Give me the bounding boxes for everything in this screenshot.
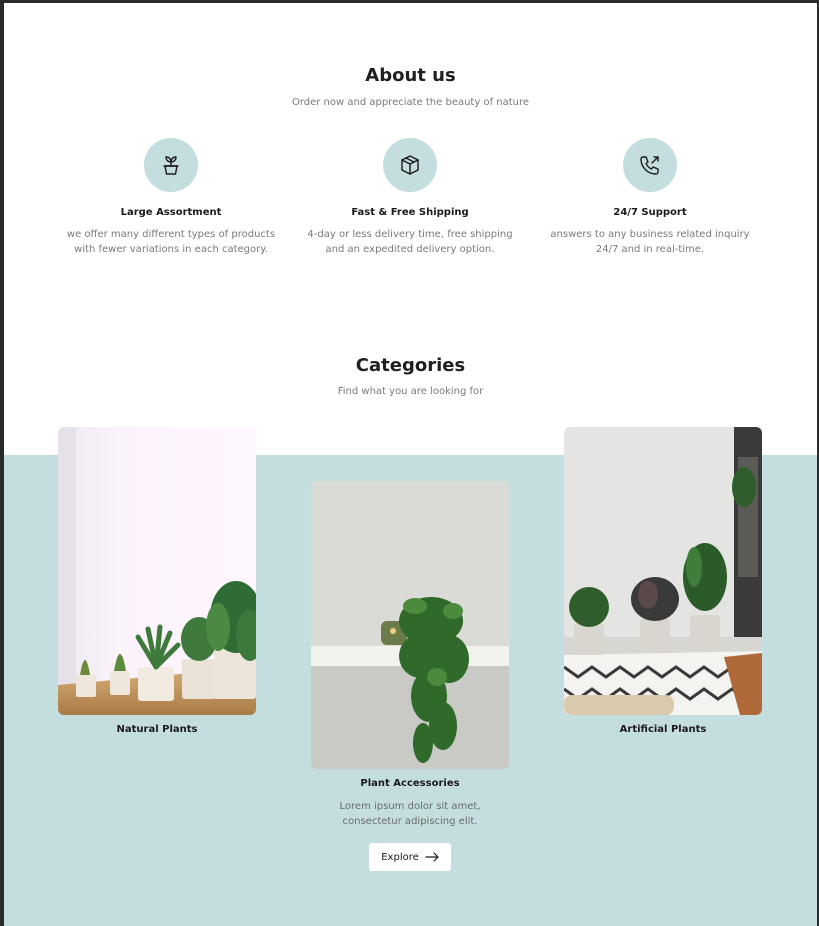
phone-call-icon: [640, 156, 659, 175]
artificial-plants-label[interactable]: Artificial Plants: [564, 724, 762, 735]
about-title: About us: [365, 65, 456, 86]
feature-description-line: answers to any business related inquiry: [550, 229, 750, 240]
card-description-line: Lorem ipsum dolor sit amet,: [339, 801, 481, 812]
feature-description-line: and an expedited delivery option.: [325, 244, 495, 255]
natural-plants-image[interactable]: [58, 427, 256, 715]
arrow-right-icon: [425, 852, 439, 862]
plant-pot-icon: [163, 156, 179, 175]
explore-button[interactable]: Explore: [369, 843, 451, 871]
explore-button-label: Explore: [381, 851, 419, 863]
plant-accessories-photo: [311, 481, 509, 769]
plant-accessories-image[interactable]: [311, 481, 509, 769]
about-subtitle: Order now and appreciate the beauty of n…: [291, 97, 530, 108]
feature-title: 24/7 Support: [613, 207, 687, 218]
feature-description-line: we offer many different types of product…: [66, 229, 276, 240]
feature-description: answers to any business related inquiry …: [530, 227, 770, 257]
card-description-line: consectetur adipiscing elit.: [342, 816, 478, 827]
feature-title: Fast & Free Shipping: [351, 207, 469, 218]
feature-icon-circle: [623, 138, 677, 192]
plant-accessories-description: Lorem ipsum dolor sit amet, consectetur …: [290, 799, 530, 829]
artificial-plants-photo: [564, 427, 762, 715]
artificial-plants-image[interactable]: [564, 427, 762, 715]
categories-title: Categories: [355, 355, 466, 376]
feature-support: 24/7 Support answers to any business rel…: [530, 138, 770, 257]
natural-plants-photo: [58, 427, 256, 715]
feature-description-line: 24/7 and in real-time.: [595, 244, 705, 255]
feature-description: we offer many different types of product…: [51, 227, 291, 257]
plant-accessories-label[interactable]: Plant Accessories: [311, 778, 509, 789]
categories-subtitle: Find what you are looking for: [337, 386, 484, 397]
feature-icon-circle: [383, 138, 437, 192]
feature-description-line: with fewer variations in each category.: [74, 244, 268, 255]
feature-description: 4-day or less delivery time, free shippi…: [290, 227, 530, 257]
feature-large-assortment: Large Assortment we offer many different…: [51, 138, 291, 257]
natural-plants-label[interactable]: Natural Plants: [58, 724, 256, 735]
feature-description-line: 4-day or less delivery time, free shippi…: [307, 229, 513, 240]
box-icon: [401, 155, 419, 175]
feature-icon-circle: [144, 138, 198, 192]
feature-title: Large Assortment: [120, 207, 222, 218]
feature-fast-free-shipping: Fast & Free Shipping 4-day or less deliv…: [290, 138, 530, 257]
page-frame: About us Order now and appreciate the be…: [4, 3, 817, 926]
